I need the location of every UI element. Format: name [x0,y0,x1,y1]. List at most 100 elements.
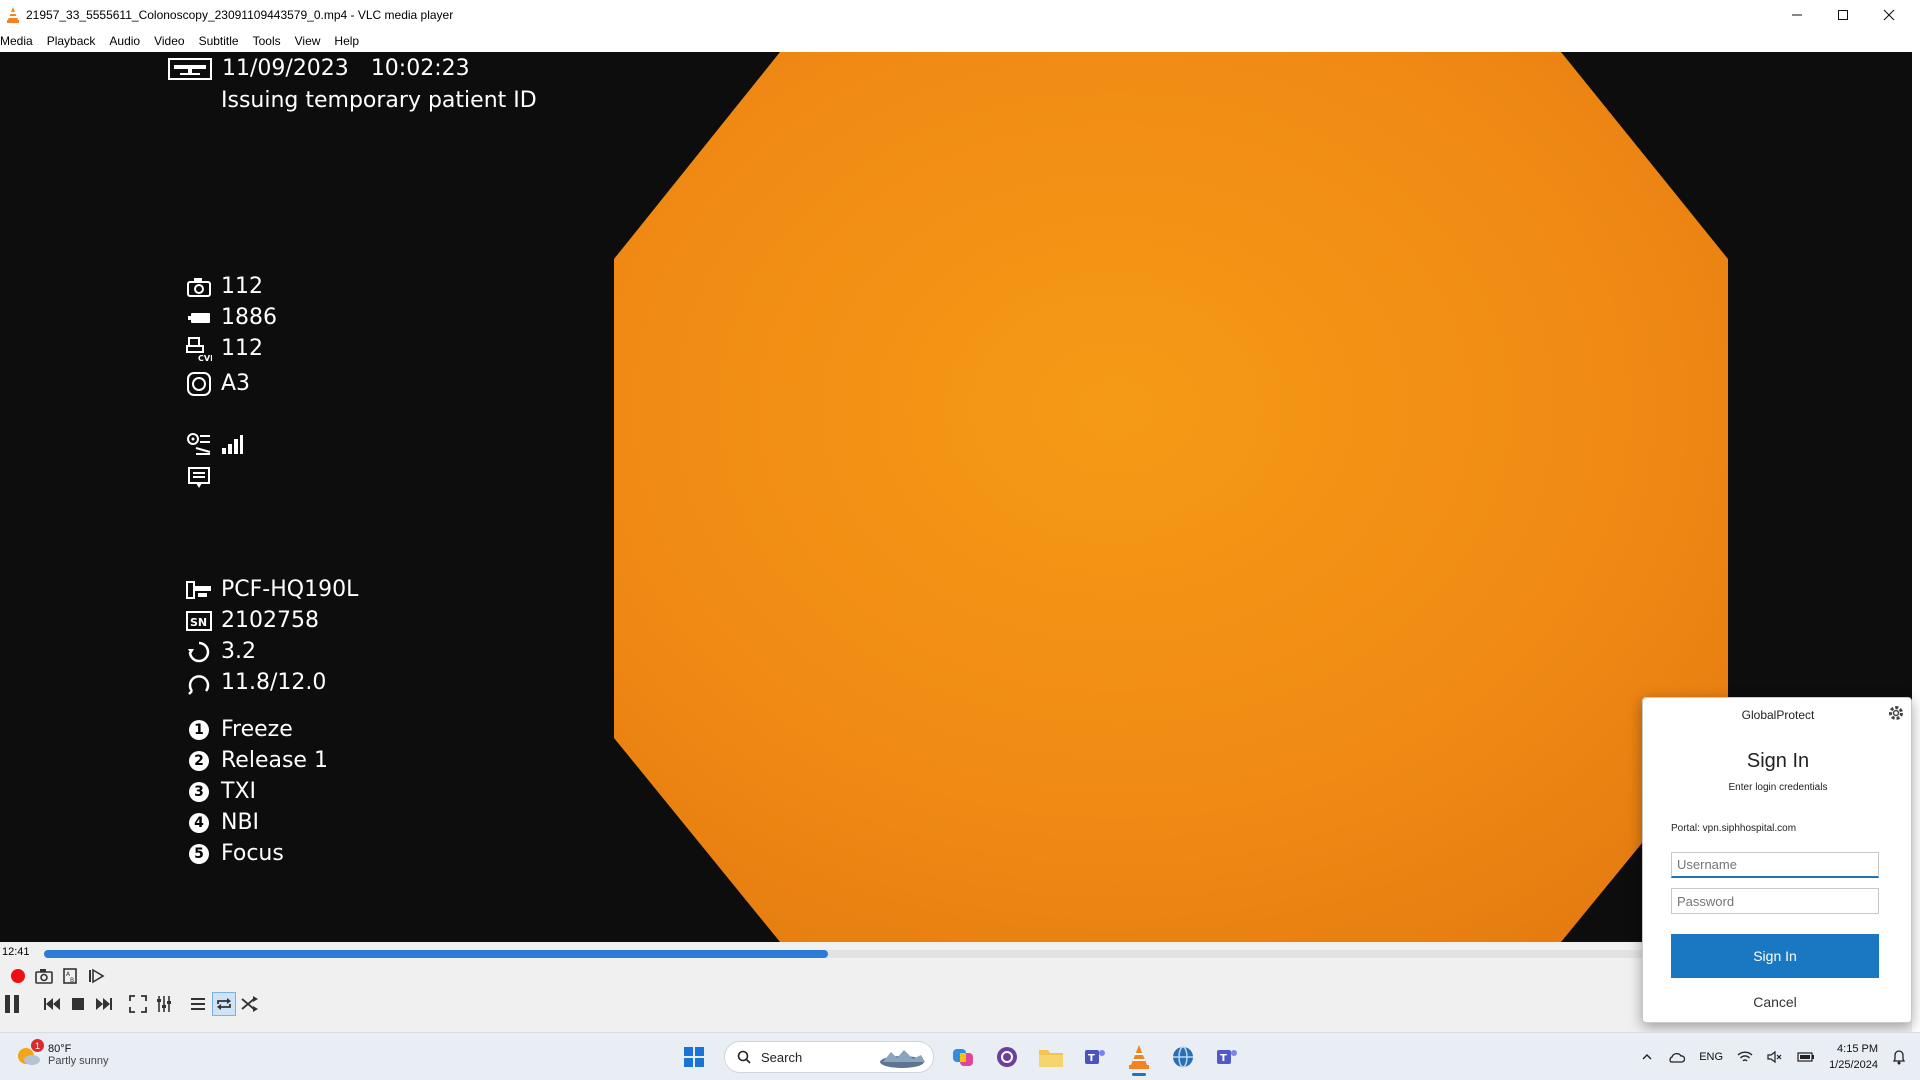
air-water-icon [187,433,211,455]
osd-mode-row: A3 [185,372,250,396]
taskbar-clock[interactable]: 4:15 PM 1/25/2024 [1829,1041,1878,1073]
fullscreen-button[interactable] [126,992,150,1016]
speaker-muted-icon[interactable] [1767,1050,1783,1064]
frame-step-icon [89,968,105,984]
osd-serial-row: SN 2102758 [185,609,319,633]
cancel-button[interactable]: Cancel [1671,990,1879,1014]
extended-settings-button[interactable] [152,992,176,1016]
menu-audio[interactable]: Audio [109,34,154,48]
menu-media[interactable]: Media [0,34,47,48]
record-button[interactable] [6,964,30,988]
osd-scope-model: PCF-HQ190L [221,577,359,602]
osd-cvp-value: 112 [221,336,263,361]
copilot-icon [953,1049,973,1066]
search-highlight-icon [880,1050,925,1068]
frame-step-button[interactable] [84,964,108,988]
start-button[interactable] [677,1041,711,1073]
osd-function-5: 5 Focus [185,842,284,866]
osd-camera-row: 112 [185,275,263,299]
close-button[interactable] [1866,0,1912,30]
comment-icon [188,467,210,488]
advanced-controls: AB [6,964,110,988]
system-tray: ENG 4:15 PM 1/25/2024 [1641,1041,1906,1073]
onedrive-icon[interactable] [1667,1051,1686,1063]
fullscreen-icon [129,995,147,1013]
shuffle-button[interactable] [238,992,262,1016]
weather-widget[interactable]: 1 80°F Partly sunny [14,1039,109,1069]
svg-text:B: B [70,977,74,984]
chevron-up-icon[interactable] [1641,1051,1653,1063]
taskbar-teams[interactable]: T [1078,1041,1112,1073]
osd-comment-row [185,466,213,490]
video-frame[interactable]: 11/09/2023 10:02:23 Issuing temporary pa… [0,52,1912,942]
player-controls: 12:41 AB [0,942,1912,1032]
previous-button[interactable] [40,992,64,1016]
osd-scope-row: PCF-HQ190L [185,578,358,602]
teams-icon: T [1085,1050,1105,1064]
osd-function-label: Focus [221,841,284,866]
osd-function-label: Release 1 [221,748,328,773]
loop-icon [217,998,231,1010]
menu-video[interactable]: Video [154,34,198,48]
taskbar-search[interactable]: Search [724,1041,934,1073]
taskbar: 1 80°F Partly sunny Search T T ENG 4:15 … [0,1032,1920,1080]
vlc-icon [1129,1045,1149,1069]
taskbar-globalprotect[interactable] [1166,1041,1200,1073]
scope-model-icon [186,581,211,599]
menu-help[interactable]: Help [334,34,368,48]
battery-icon[interactable] [1797,1051,1815,1063]
username-field[interactable] [1671,852,1879,878]
osd-cvp-row: CVP 112 [185,336,263,362]
minimize-button[interactable] [1774,0,1820,30]
osd-time: 10:02:23 [370,56,470,81]
taskbar-vlc[interactable] [1122,1041,1156,1076]
seek-bar[interactable] [44,950,1644,958]
taskbar-app-circle[interactable] [990,1041,1024,1073]
stiffness-icon [188,675,210,695]
equalizer-icon [157,996,171,1012]
osd-function-label: NBI [221,810,260,835]
notification-bell-icon[interactable] [1892,1049,1906,1065]
password-field[interactable] [1671,888,1879,914]
maximize-button[interactable] [1820,0,1866,30]
osd-date: 11/09/2023 [222,56,349,81]
menu-playback[interactable]: Playback [47,34,110,48]
gear-icon[interactable] [1887,704,1905,722]
language-indicator[interactable]: ENG [1699,1051,1723,1063]
next-icon [96,998,112,1010]
globalprotect-panel: GlobalProtect Sign In Enter login creden… [1642,697,1912,1023]
svg-text:CVP: CVP [198,354,212,362]
taskbar-file-explorer[interactable] [1034,1041,1068,1073]
svg-text:T: T [1088,1053,1095,1064]
osd-mode: A3 [221,371,251,396]
shuffle-icon [241,996,258,1012]
seek-bar-fill [44,950,828,958]
maximize-icon [1838,10,1848,20]
osd-function-label: Freeze [221,717,293,742]
menu-subtitle[interactable]: Subtitle [199,34,253,48]
loop-ab-button[interactable]: AB [58,964,82,988]
globalprotect-title: GlobalProtect [1741,708,1815,722]
window-border [1912,0,1920,1032]
menu-tools[interactable]: Tools [253,34,295,48]
signin-heading: Sign In [1746,750,1810,772]
menu-view[interactable]: View [295,34,335,48]
taskbar-teams-2[interactable]: T [1210,1041,1244,1073]
osd-battery-value: 1886 [221,305,277,330]
osd-value-b: 11.8/12.0 [221,670,327,695]
playlist-icon [191,998,205,1010]
osd-serial: 2102758 [221,608,319,633]
signin-button[interactable]: Sign In [1671,934,1879,978]
playlist-button[interactable] [186,992,210,1016]
wifi-icon[interactable] [1737,1050,1753,1064]
camera-icon [187,278,211,297]
next-button[interactable] [92,992,116,1016]
snapshot-button[interactable] [32,964,56,988]
record-icon [11,969,25,983]
signal-bars-icon [222,435,243,454]
window-title: 21957_33_5555611_Colonoscopy_23091109443… [26,8,454,22]
pause-button[interactable] [0,992,24,1016]
stop-button[interactable] [66,992,90,1016]
taskbar-copilot[interactable] [946,1041,980,1073]
loop-button[interactable] [212,992,236,1016]
